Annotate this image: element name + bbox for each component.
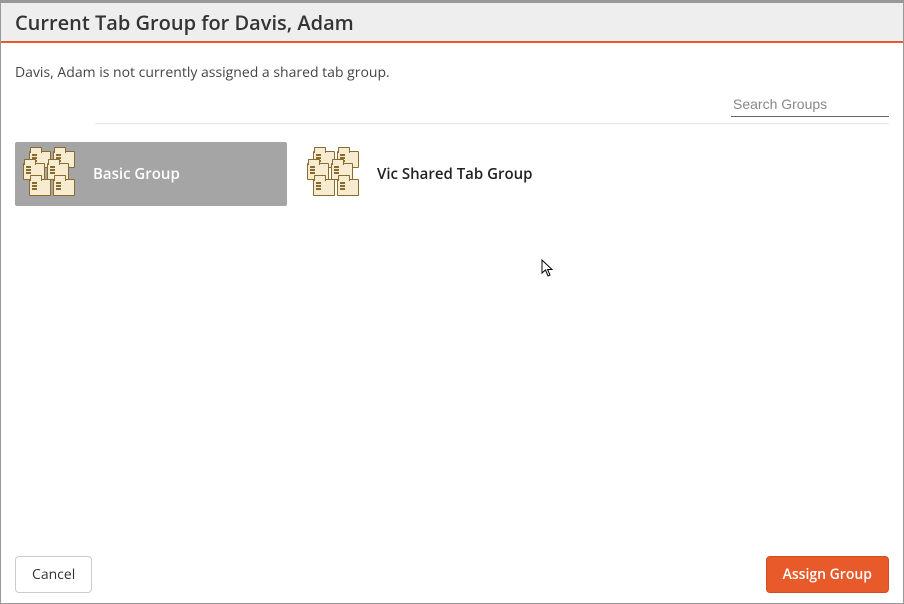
group-list: Basic Group Vic Shared Tab Group [15,142,889,206]
dialog-header: Current Tab Group for Davis, Adam [1,3,903,43]
assign-group-button[interactable]: Assign Group [766,556,889,593]
dialog-footer: Cancel Assign Group [1,545,903,603]
divider [95,123,889,124]
group-card-vic[interactable]: Vic Shared Tab Group [299,142,571,206]
search-row [15,92,889,123]
group-label: Basic Group [93,164,180,184]
cursor-icon [541,259,555,279]
group-card-basic[interactable]: Basic Group [15,142,287,206]
search-input[interactable] [731,92,889,117]
dialog-body: Davis, Adam is not currently assigned a … [1,43,903,206]
dialog-title: Current Tab Group for Davis, Adam [15,9,354,36]
cancel-button[interactable]: Cancel [15,556,92,593]
status-text: Davis, Adam is not currently assigned a … [15,63,889,82]
dialog-window: Current Tab Group for Davis, Adam Davis,… [0,0,904,604]
folder-stack-icon [23,147,83,201]
folder-stack-icon [307,147,367,201]
group-label: Vic Shared Tab Group [377,164,533,184]
